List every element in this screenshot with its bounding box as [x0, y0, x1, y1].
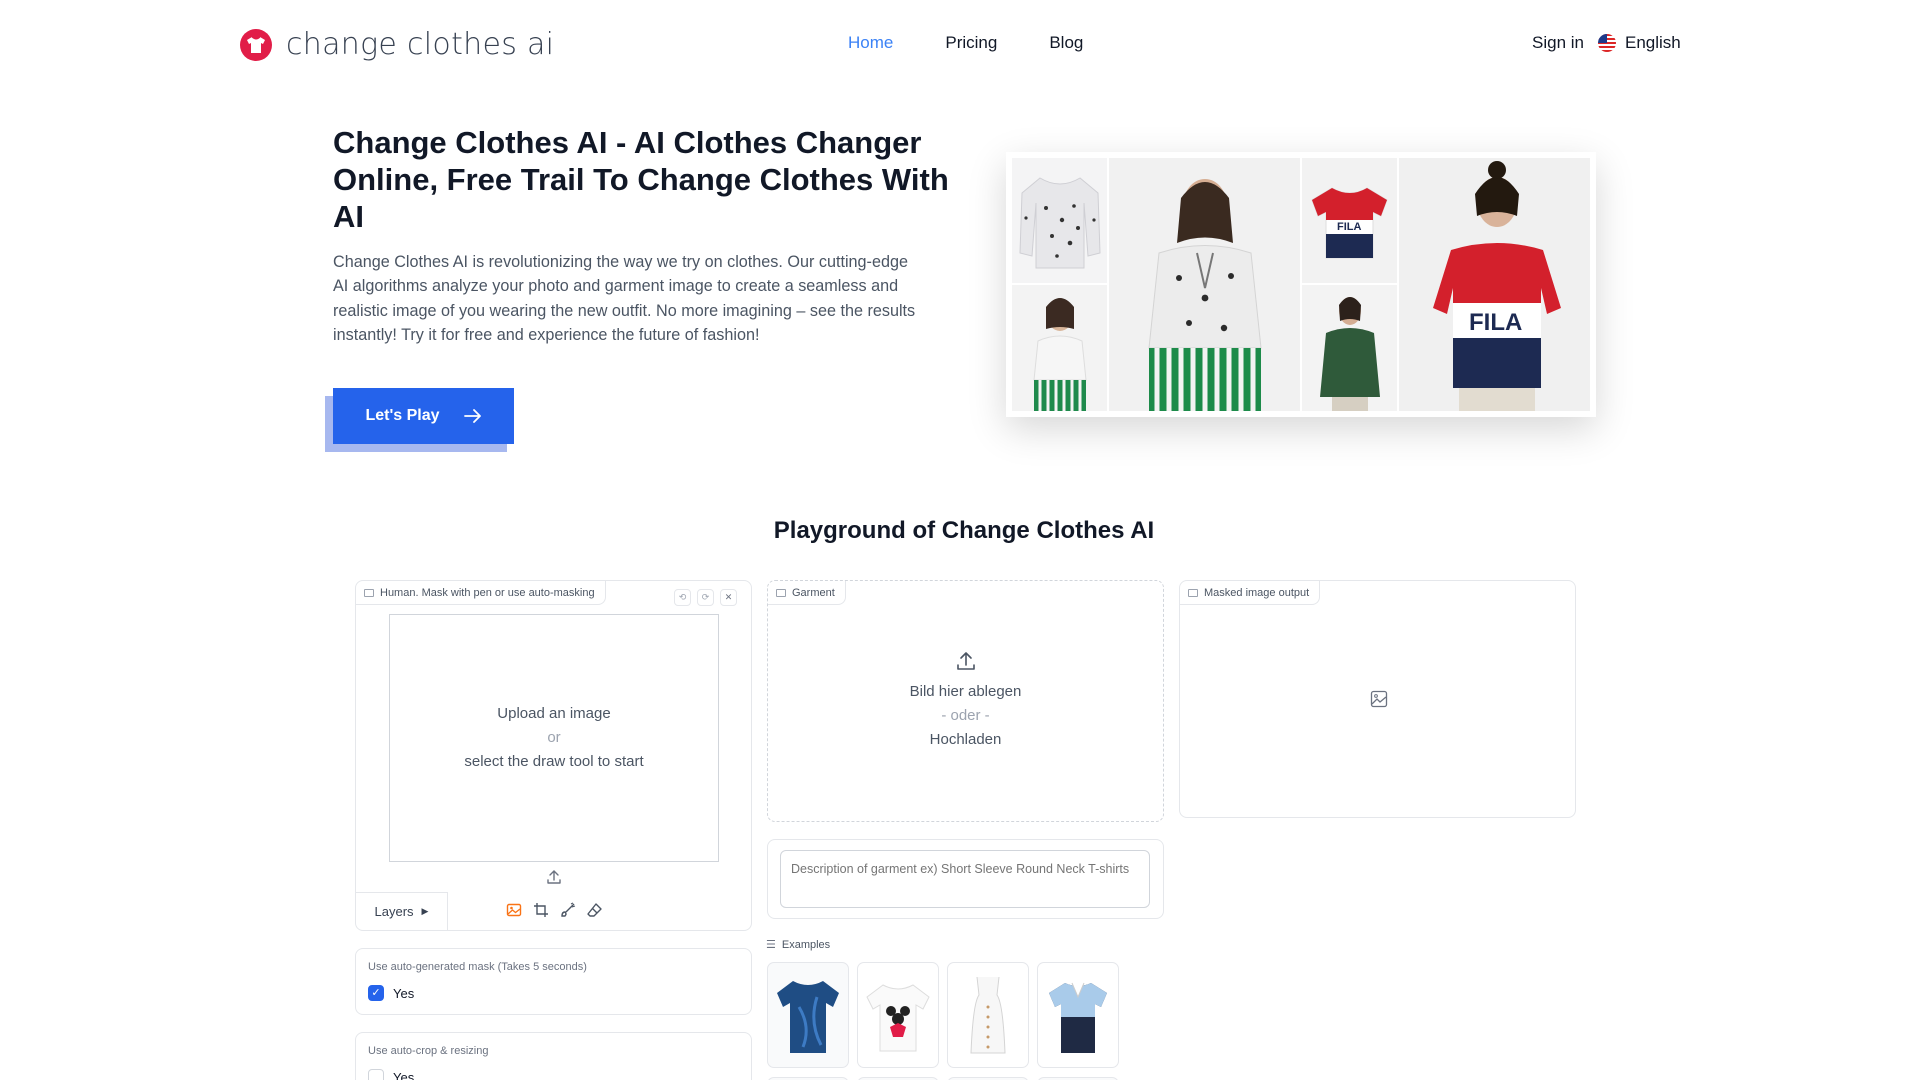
- undo-button[interactable]: ⟲: [674, 589, 691, 606]
- layers-button[interactable]: Layers ▶: [356, 892, 448, 930]
- us-flag-icon: [1598, 34, 1616, 52]
- garment-blouse-image: [1012, 158, 1107, 283]
- human-image-editor: Human. Mask with pen or use auto-masking…: [355, 580, 752, 931]
- nav-pricing[interactable]: Pricing: [945, 33, 997, 53]
- lets-play-label: Let's Play: [365, 407, 440, 424]
- example-blue-top[interactable]: [767, 962, 849, 1068]
- upload-icon[interactable]: [546, 869, 562, 890]
- drop-text: Bild hier ablegen: [909, 683, 1022, 700]
- examples-label: ☰ Examples: [766, 938, 831, 952]
- logo[interactable]: change clothes ai: [240, 27, 554, 62]
- garment-fila-tee-image: FILA: [1302, 158, 1397, 283]
- arrow-right-icon: [463, 409, 481, 423]
- layers-label: Layers: [374, 904, 414, 919]
- output-panel-label: Masked image output: [1180, 581, 1321, 605]
- sign-in-link[interactable]: Sign in: [1532, 33, 1584, 53]
- image-icon: [1188, 588, 1198, 597]
- example-polo-shirt[interactable]: [1037, 962, 1119, 1068]
- redo-button[interactable]: ⟳: [697, 589, 714, 606]
- fila-result-logo-text: FILA: [1469, 309, 1522, 336]
- drop-or-text: - oder -: [941, 707, 990, 724]
- upload-or: or: [547, 729, 561, 746]
- draw-tool-prompt: select the draw tool to start: [464, 753, 644, 770]
- image-icon: [364, 588, 374, 597]
- language-selector[interactable]: English: [1598, 33, 1681, 53]
- shirt-logo-icon: [240, 28, 272, 61]
- auto-crop-option-label: Yes: [393, 1069, 415, 1080]
- garment-description-input[interactable]: [780, 850, 1150, 908]
- list-icon: ☰: [766, 939, 776, 951]
- caret-right-icon: ▶: [421, 906, 429, 916]
- eraser-icon[interactable]: [587, 902, 603, 923]
- auto-mask-option: Use auto-generated mask (Takes 5 seconds…: [355, 948, 752, 1015]
- nav-blog[interactable]: Blog: [1049, 33, 1083, 53]
- model-small-image: [1012, 285, 1107, 411]
- hero-example-collage: FILA FILA: [1006, 152, 1596, 417]
- description-panel: [767, 839, 1164, 919]
- auto-mask-label: Use auto-generated mask (Takes 5 seconds…: [368, 961, 587, 973]
- upload-prompt: Upload an image: [497, 705, 611, 722]
- auto-mask-checkbox[interactable]: ✓: [368, 985, 384, 1001]
- image-tool-icon[interactable]: [506, 902, 522, 923]
- playground-title: Playground of Change Clothes AI: [773, 517, 1155, 544]
- image-placeholder-icon: [1370, 690, 1388, 713]
- auto-mask-checkbox-row[interactable]: ✓ Yes: [368, 985, 414, 1001]
- logo-text: change clothes ai: [286, 27, 555, 62]
- human-upload-area[interactable]: Upload an image or select the draw tool …: [389, 614, 719, 862]
- language-label: English: [1625, 33, 1681, 52]
- auto-crop-option: Use auto-crop & resizing Yes: [355, 1032, 752, 1080]
- fila-logo-text: FILA: [1337, 221, 1361, 233]
- masked-output-panel: Masked image output: [1179, 580, 1576, 818]
- lets-play-button[interactable]: Let's Play: [333, 388, 514, 444]
- auto-crop-label: Use auto-crop & resizing: [368, 1045, 489, 1057]
- upload-text[interactable]: Hochladen: [930, 728, 1002, 752]
- model-sweater-image: [1302, 285, 1397, 411]
- hero-title: Change Clothes AI - AI Clothes Changer O…: [333, 125, 949, 234]
- auto-mask-option-label: Yes: [393, 985, 415, 1001]
- garment-upload-panel[interactable]: Garment Bild hier ablegen - oder - Hochl…: [767, 580, 1164, 822]
- example-minnie-tee[interactable]: [857, 962, 939, 1068]
- model-fila-result-image: FILA: [1399, 158, 1590, 411]
- model-blouse-result-image: [1109, 158, 1300, 411]
- example-white-cami[interactable]: [947, 962, 1029, 1068]
- crop-icon[interactable]: [533, 902, 549, 923]
- auto-crop-checkbox-row[interactable]: Yes: [368, 1069, 414, 1080]
- nav-home[interactable]: Home: [848, 33, 893, 53]
- brush-icon[interactable]: [560, 902, 576, 923]
- main-nav: Home Pricing Blog: [848, 33, 1083, 53]
- human-panel-label: Human. Mask with pen or use auto-masking: [356, 581, 606, 605]
- garment-dropzone[interactable]: Bild hier ablegen - oder - Hochladen: [768, 581, 1163, 821]
- upload-icon: [956, 652, 975, 670]
- clear-button[interactable]: ✕: [720, 589, 737, 606]
- hero-description: Change Clothes AI is revolutionizing the…: [333, 253, 916, 345]
- auto-crop-checkbox[interactable]: [368, 1069, 384, 1080]
